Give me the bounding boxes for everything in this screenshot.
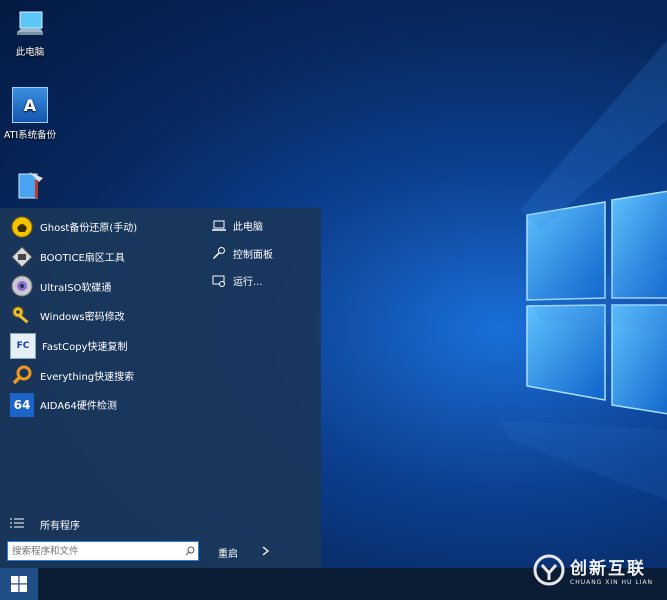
ati-backup-icon: A bbox=[12, 87, 48, 123]
right-item-run[interactable]: 运行... bbox=[200, 267, 321, 295]
search-input[interactable] bbox=[8, 544, 182, 558]
watermark: 创新互联 CHUANG XIN HU LIAN bbox=[532, 553, 653, 587]
app-label: Everything快速搜索 bbox=[40, 371, 135, 383]
start-button[interactable] bbox=[0, 568, 38, 600]
app-item-windows-password[interactable]: Windows密码修改 bbox=[0, 301, 200, 331]
app-list: Ghost备份还原(手动) BOOTICE扇区工具 UltraISO软碟通 Wi… bbox=[0, 212, 200, 420]
restart-button[interactable]: 重启 bbox=[218, 545, 270, 560]
app-label: BOOTICE扇区工具 bbox=[40, 253, 125, 265]
desktop-icon-this-pc[interactable]: 此电脑 bbox=[0, 6, 63, 58]
aida64-icon: 64 bbox=[10, 392, 34, 417]
fastcopy-icon: FC bbox=[10, 332, 36, 359]
magnifier-icon bbox=[10, 363, 34, 387]
search-box[interactable] bbox=[7, 541, 199, 561]
all-programs-button[interactable]: 所有程序 bbox=[10, 517, 80, 532]
app-label: AIDA64硬件检测 bbox=[40, 401, 117, 413]
app-item-bootice[interactable]: BOOTICE扇区工具 bbox=[0, 242, 200, 272]
app-label: Ghost备份还原(手动) bbox=[40, 223, 138, 235]
app-label: FastCopy快速复制 bbox=[42, 342, 128, 354]
app-item-aida64[interactable]: 64 AIDA64硬件检测 bbox=[0, 390, 200, 420]
bootice-icon bbox=[10, 245, 34, 269]
watermark-text: 创新互联 bbox=[570, 559, 646, 579]
chevron-right-icon[interactable] bbox=[262, 546, 270, 559]
start-menu: Ghost备份还原(手动) BOOTICE扇区工具 UltraISO软碟通 Wi… bbox=[0, 208, 321, 568]
disc-icon bbox=[10, 274, 34, 298]
watermark-logo-icon bbox=[533, 554, 565, 586]
search-icon[interactable] bbox=[182, 543, 198, 559]
computer-icon bbox=[13, 6, 47, 40]
right-item-label: 运行... bbox=[233, 277, 263, 289]
desktop-icon-tool[interactable] bbox=[0, 168, 63, 206]
right-item-label: 此电脑 bbox=[233, 222, 263, 234]
app-item-fastcopy[interactable]: FC FastCopy快速复制 bbox=[0, 331, 200, 361]
restart-label: 重启 bbox=[218, 549, 238, 560]
app-label: Windows密码修改 bbox=[40, 312, 125, 324]
list-icon bbox=[10, 518, 26, 532]
right-item-label: 控制面板 bbox=[233, 249, 273, 261]
app-item-ultraiso[interactable]: UltraISO软碟通 bbox=[0, 271, 200, 301]
app-item-ghost[interactable]: Ghost备份还原(手动) bbox=[0, 212, 200, 242]
app-label: UltraISO软碟通 bbox=[40, 282, 112, 294]
start-menu-right-column: 此电脑 控制面板 运行... bbox=[200, 212, 321, 295]
app-item-everything[interactable]: Everything快速搜索 bbox=[0, 360, 200, 390]
windows-logo-icon bbox=[11, 576, 27, 592]
desktop-icon-label: ATI系统备份 bbox=[3, 130, 57, 141]
key-icon bbox=[10, 304, 34, 328]
laptop-icon bbox=[212, 219, 226, 233]
desktop-icon-label: 此电脑 bbox=[15, 47, 45, 58]
right-item-this-pc[interactable]: 此电脑 bbox=[200, 212, 321, 240]
wrench-icon bbox=[212, 246, 226, 260]
desktop-icon-ati-backup[interactable]: A ATI系统备份 bbox=[0, 87, 63, 141]
right-item-control-panel[interactable]: 控制面板 bbox=[200, 240, 321, 268]
tool-icon bbox=[13, 168, 47, 202]
wallpaper-light-beams bbox=[500, 40, 667, 500]
watermark-subtext: CHUANG XIN HU LIAN bbox=[570, 579, 654, 586]
all-programs-label: 所有程序 bbox=[40, 521, 80, 532]
ghost-icon bbox=[10, 215, 34, 239]
run-icon bbox=[212, 274, 226, 288]
